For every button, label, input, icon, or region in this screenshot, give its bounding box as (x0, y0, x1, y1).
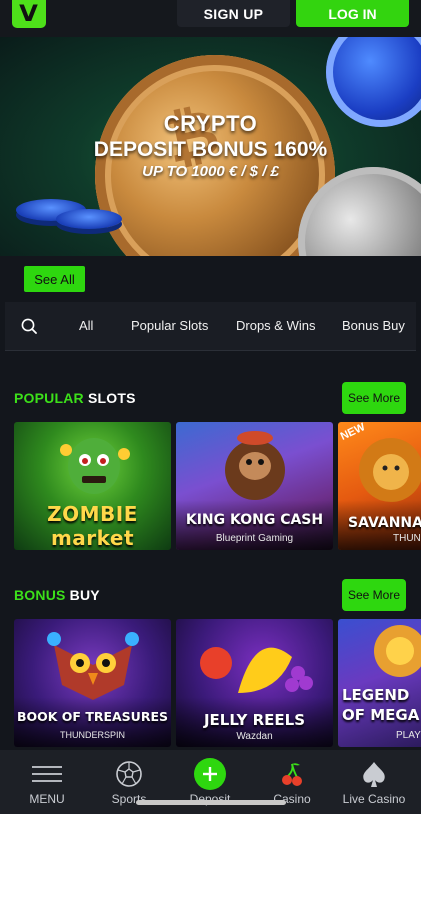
soccer-ball-icon (116, 761, 142, 787)
plus-icon (194, 758, 226, 790)
section-title-highlight: BONUS (14, 587, 66, 603)
app-screen: V SIGN UP LOG IN ₿ CRYPTO DEPOSIT BONUS … (0, 0, 421, 814)
game-provider: THUND (393, 533, 421, 544)
nav-menu[interactable]: MENU (5, 750, 89, 814)
tab-drops-wins[interactable]: Drops & Wins (236, 318, 315, 333)
logo-letter: V (19, 1, 39, 27)
section-title-bonus-buy: BONUS BUY (14, 587, 100, 603)
banner-note: UP TO 1000 € / $ / £ (142, 163, 279, 180)
nav-label: MENU (29, 792, 65, 806)
fruit-graphic (200, 647, 313, 693)
game-card[interactable]: KING KONG CASH Blueprint Gaming (176, 422, 333, 550)
game-card[interactable]: NEW SAVANNA THUND (338, 422, 421, 550)
gorilla-character-graphic (225, 431, 285, 500)
game-card[interactable]: JELLY REELS Wazdan (176, 619, 333, 747)
game-provider: PLAY (396, 730, 421, 741)
blue-chip-graphic (56, 209, 122, 229)
search-icon[interactable] (21, 318, 37, 334)
banner-text: CRYPTO DEPOSIT BONUS 160% UP TO 1000 € /… (0, 111, 421, 182)
brand-logo[interactable]: V (12, 0, 46, 28)
section-title-popular-slots: POPULAR SLOTS (14, 390, 136, 406)
section-title-rest: SLOTS (87, 390, 136, 406)
top-header: V SIGN UP LOG IN (0, 0, 421, 37)
signup-button[interactable]: SIGN UP (177, 0, 290, 27)
home-indicator (136, 800, 286, 805)
spade-icon (363, 762, 385, 787)
game-title: SAVANNA (348, 515, 421, 531)
game-title: LEGEND OF MEGA (342, 686, 420, 724)
owl-graphic (47, 632, 139, 700)
section-title-rest: BUY (69, 587, 100, 603)
game-card[interactable]: ZOMBIE market (14, 422, 171, 550)
banner-subtitle: DEPOSIT BONUS 160% (93, 138, 328, 161)
cherry-icon (282, 763, 302, 786)
game-provider: Blueprint Gaming (215, 533, 294, 544)
lion-graphic (359, 438, 421, 502)
game-title: ZOMBIE market (47, 502, 138, 550)
game-title: KING KONG CASH (185, 512, 324, 528)
section-title-highlight: POPULAR (14, 390, 84, 406)
game-title: JELLY REELS (203, 711, 306, 729)
tab-bonus-buy[interactable]: Bonus Buy (342, 318, 405, 333)
sun-idol-graphic (374, 625, 421, 677)
game-provider: Wazdan (236, 731, 273, 742)
nav-live-casino[interactable]: Live Casino (332, 750, 416, 814)
promo-banner[interactable]: ₿ CRYPTO DEPOSIT BONUS 160% UP TO 1000 €… (0, 37, 421, 256)
category-tabs: All Popular Slots Drops & Wins Bonus Buy (5, 302, 416, 351)
tab-all[interactable]: All (79, 318, 93, 333)
zombie-character-graphic (60, 438, 130, 494)
see-more-button[interactable]: See More (342, 579, 406, 611)
game-card[interactable]: BOOK OF TREASURES THUNDERSPIN (14, 619, 171, 747)
game-card[interactable]: LEGEND OF MEGA PLAY (338, 619, 421, 747)
menu-icon (32, 766, 62, 782)
login-button[interactable]: LOG IN (296, 0, 409, 27)
nav-label: Live Casino (342, 792, 406, 806)
banner-title: CRYPTO (163, 111, 258, 136)
see-all-button[interactable]: See All (24, 266, 85, 292)
tab-popular-slots[interactable]: Popular Slots (131, 318, 208, 333)
game-provider: THUNDERSPIN (59, 730, 125, 740)
game-title: BOOK OF TREASURES (16, 709, 169, 724)
see-more-button[interactable]: See More (342, 382, 406, 414)
